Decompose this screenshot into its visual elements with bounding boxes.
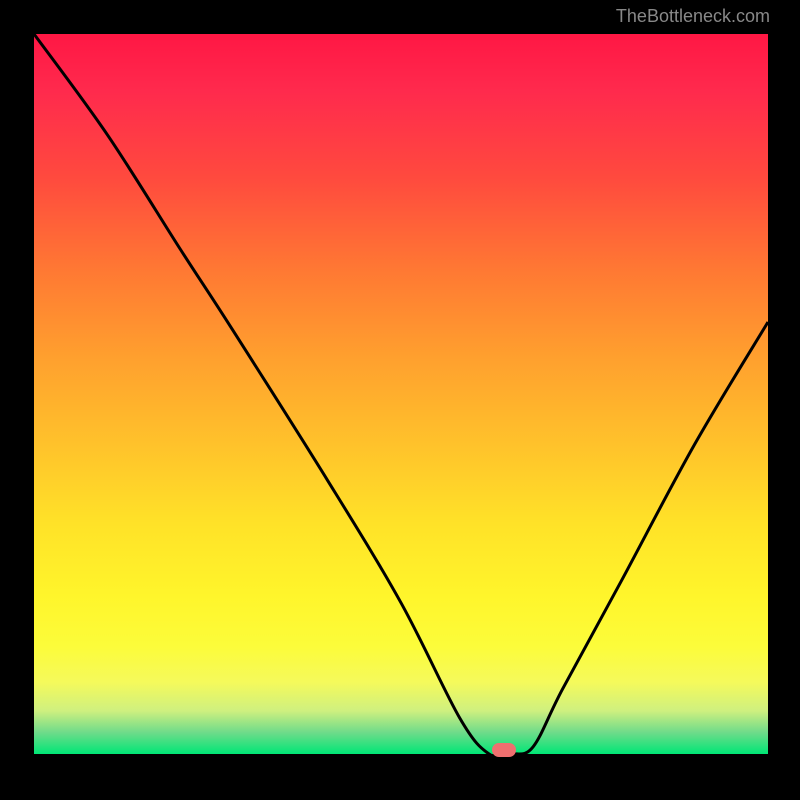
watermark: TheBottleneck.com <box>616 6 770 27</box>
plot-area <box>34 34 768 754</box>
optimum-marker <box>492 743 516 757</box>
gradient-background <box>34 34 768 754</box>
chart-frame: TheBottleneck.com <box>0 0 800 800</box>
